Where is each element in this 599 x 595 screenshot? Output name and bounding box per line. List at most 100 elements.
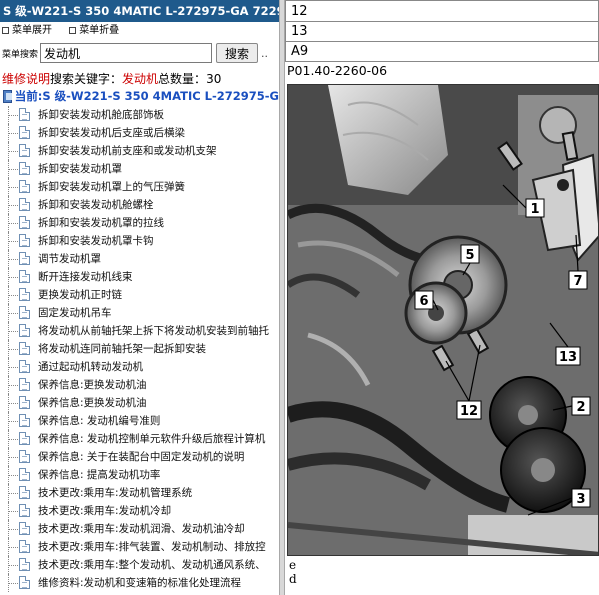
menu-tree-item-label: 拆卸安装发动机罩上的气压弹簧	[38, 181, 185, 193]
menu-tree-item[interactable]: 技术更改:乘用车:发动机管理系统	[0, 484, 279, 502]
callout-label: 13	[559, 350, 577, 365]
document-icon	[19, 522, 30, 535]
legend-cell: 13	[285, 22, 599, 42]
menu-tree-item[interactable]: 调节发动机罩	[0, 250, 279, 268]
tree-connector	[8, 574, 18, 592]
search-row: 菜单搜索 搜索 ..	[0, 40, 279, 66]
menu-collapse-button[interactable]: 菜单折叠	[69, 25, 119, 36]
current-node[interactable]: 当前:S 级-W221-S 350 4MATIC L-272975-G	[0, 88, 279, 104]
menu-tree-item[interactable]: 更换发动机正时链	[0, 286, 279, 304]
menu-tree-item-label: 保养信息: 发动机控制单元软件升级后旅程计算机	[38, 433, 266, 445]
tree-connector	[8, 358, 18, 376]
tree-connector	[8, 412, 18, 430]
callout-label: 3	[576, 492, 585, 507]
tree-connector	[8, 430, 18, 448]
menu-tree-item-label: 保养信息: 发动机编号准则	[38, 415, 161, 427]
callout-label: 7	[573, 274, 582, 289]
document-icon	[19, 342, 30, 355]
menu-tree-item-label: 拆卸和安装发动机舱螺栓	[38, 199, 154, 211]
document-icon	[19, 162, 30, 175]
tree-connector	[8, 160, 18, 178]
tree-connector	[8, 142, 18, 160]
collapse-icon	[69, 26, 77, 34]
callout-label: 5	[465, 248, 474, 263]
search-input[interactable]	[40, 43, 213, 63]
more-link[interactable]: ..	[261, 47, 268, 60]
menu-tree-item[interactable]: 拆卸安装发动机舱底部饰板	[0, 106, 279, 124]
menu-tree-item[interactable]: 保养信息:更换发动机油	[0, 394, 279, 412]
document-icon	[19, 126, 30, 139]
footer-line: d	[289, 572, 297, 586]
menu-tree-item[interactable]: 技术更改:乘用车:整个发动机、发动机通风系统、	[0, 556, 279, 574]
menu-tree-item-label: 保养信息: 关于在装配台中固定发动机的说明	[38, 451, 245, 463]
callout-label: 6	[419, 294, 428, 309]
vehicle-title-bar: S 级-W221-S 350 4MATIC L-272975-GA 722960	[0, 0, 279, 22]
document-icon	[19, 576, 30, 589]
menu-tree-item-label: 更换发动机正时链	[38, 289, 122, 301]
menu-tree-item[interactable]: 断开连接发动机线束	[0, 268, 279, 286]
menu-tree-item[interactable]: 拆卸安装发动机前支座和或发动机支架	[0, 142, 279, 160]
menu-expand-button[interactable]: 菜单展开	[2, 25, 52, 36]
document-icon	[19, 360, 30, 373]
tree-connector	[8, 196, 18, 214]
menu-tree-item[interactable]: 拆卸安装发动机后支座或后横梁	[0, 124, 279, 142]
tree-connector	[8, 556, 18, 574]
search-label: 菜单搜索	[2, 49, 39, 60]
menu-tree-item-label: 调节发动机罩	[38, 253, 101, 265]
menu-tree-item[interactable]: 保养信息: 关于在装配台中固定发动机的说明	[0, 448, 279, 466]
footer-text: e d	[289, 558, 297, 586]
menu-tree-item-label: 保养信息: 提高发动机功率	[38, 469, 161, 481]
menu-tree-item[interactable]: 拆卸和安装发动机舱螺栓	[0, 196, 279, 214]
menu-tree-item-label: 技术更改:乘用车:发动机润滑、发动机油冷却	[38, 523, 245, 535]
document-icon	[19, 486, 30, 499]
menu-tree-item[interactable]: 通过起动机转动发动机	[0, 358, 279, 376]
menu-tree-item[interactable]: 拆卸安装发动机罩上的气压弹簧	[0, 178, 279, 196]
document-code: P01.40-2260-06	[287, 63, 388, 78]
document-icon	[19, 378, 30, 391]
menu-tree-item-label: 通过起动机转动发动机	[38, 361, 143, 373]
tree-connector	[8, 340, 18, 358]
tree-connector	[8, 394, 18, 412]
tree-connector	[8, 268, 18, 286]
menu-tree-item[interactable]: 保养信息:更换发动机油	[0, 376, 279, 394]
menu-tree-item[interactable]: 技术更改:乘用车:发动机润滑、发动机油冷却	[0, 520, 279, 538]
engine-figure: 1 5 7 6 13 12 2 3	[287, 84, 599, 556]
document-icon	[19, 198, 30, 211]
footer-line: e	[289, 558, 297, 572]
menu-tree-item[interactable]: 将发动机连同前轴托架一起拆卸安装	[0, 340, 279, 358]
menu-tree-item[interactable]: 拆卸安装发动机罩	[0, 160, 279, 178]
menu-tree-item[interactable]: 保养信息: 发动机控制单元软件升级后旅程计算机	[0, 430, 279, 448]
count-value: 30	[206, 72, 222, 86]
document-icon	[19, 450, 30, 463]
menu-tree-item-label: 技术更改:乘用车:排气装置、发动机制动、排放控	[38, 541, 266, 553]
document-icon	[19, 396, 30, 409]
menu-tree-item-label: 保养信息:更换发动机油	[38, 379, 147, 391]
tree-connector	[8, 178, 18, 196]
tree-connector	[8, 304, 18, 322]
document-icon	[19, 144, 30, 157]
tree-connector	[8, 484, 18, 502]
menu-tree-item-label: 将发动机从前轴托架上拆下将发动机安装到前轴托	[38, 325, 269, 337]
tree-connector	[8, 106, 18, 124]
callout-label: 1	[530, 202, 539, 217]
menu-tree-item-label: 拆卸安装发动机舱底部饰板	[38, 109, 164, 121]
menu-tree-item[interactable]: 拆卸和安装发动机罩的拉线	[0, 214, 279, 232]
menu-tree-item-label: 技术更改:乘用车:发动机冷却	[38, 505, 172, 517]
tree-connector	[8, 502, 18, 520]
document-icon	[19, 180, 30, 193]
menu-tree-item[interactable]: 维修资料:发动机和变速箱的标准化处理流程	[0, 574, 279, 592]
menu-tree-item[interactable]: 拆卸和安装发动机罩卡钩	[0, 232, 279, 250]
menu-tree-item[interactable]: 固定发动机吊车	[0, 304, 279, 322]
menu-tree-item[interactable]: 保养信息: 发动机编号准则	[0, 412, 279, 430]
document-icon	[19, 324, 30, 337]
menu-tree-item-label: 维修资料:发动机和变速箱的标准化处理流程	[38, 577, 242, 589]
menu-tree-item-label: 拆卸和安装发动机罩卡钩	[38, 235, 154, 247]
menu-tree-item[interactable]: 保养信息: 提高发动机功率	[0, 466, 279, 484]
menu-tree-item-label: 断开连接发动机线束	[38, 271, 133, 283]
menu-tree-item[interactable]: 技术更改:乘用车:发动机冷却	[0, 502, 279, 520]
menu-tree-item[interactable]: 技术更改:乘用车:排气装置、发动机制动、排放控	[0, 538, 279, 556]
repair-manual-link[interactable]: 维修说明	[2, 72, 50, 86]
search-button[interactable]: 搜索	[216, 43, 259, 63]
document-icon	[19, 414, 30, 427]
menu-tree-item[interactable]: 将发动机从前轴托架上拆下将发动机安装到前轴托	[0, 322, 279, 340]
